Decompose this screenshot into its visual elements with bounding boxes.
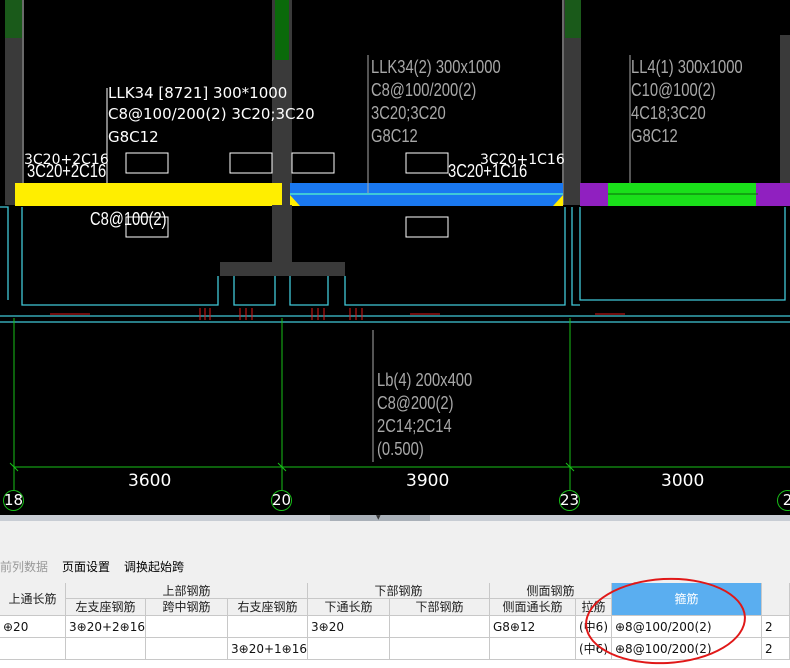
cell-r2-right-support[interactable]: 3⊕20+1⊕16 [228,638,308,660]
beam-llk34-name: LLK34 [8721] 300*1000 [108,84,288,102]
col-header-bottom-through[interactable]: 下通长筋 [308,599,390,616]
axis-marker-18: 18 [3,490,24,511]
beam-ll4-stirrup: C10@100(2) [631,80,716,100]
beam-llk34-stirrup: C8@100/200(2) 3C20;3C20 [108,105,315,123]
cell-r2-left-support[interactable] [66,638,146,660]
left-support-bottom-label: 3C20+2C16 [27,161,107,181]
col-header-bottom-rebar[interactable]: 下部钢筋 [390,599,490,616]
cell-r2-extra[interactable]: 2 [762,638,790,660]
col-header-tie-bar[interactable]: 拉筋 [576,599,612,616]
cell-r2-stirrup[interactable]: ⊕8@100/200(2) [612,638,762,660]
swap-start-span-button[interactable]: 调换起始跨 [124,558,184,575]
dimension-3900: 3900 [406,471,450,491]
prev-column-data-button[interactable]: 前列数据 [0,558,48,575]
cell-r2-mid-span[interactable] [146,638,228,660]
group-header-side-rebar: 侧面钢筋 [490,583,612,599]
beam-llk34-2-name: LLK34(2) 300x1000 [371,57,501,77]
cell-r1-bottom-rebar[interactable] [390,616,490,638]
beam-llk34-yellow [15,183,282,206]
cell-r1-stirrup[interactable]: ⊕8@100/200(2) [612,616,762,638]
cell-r1-left-support[interactable]: 3⊕20+2⊕16 [66,616,146,638]
cell-r2-tie-bar[interactable]: (中6) [576,638,612,660]
cad-drawing-canvas[interactable]: LLK34 [8721] 300*1000 C8@100/200(2) 3C20… [0,0,790,515]
group-header-bottom-rebar: 下部钢筋 [308,583,490,599]
right-support-bottom-label: 3C20+1C16 [448,161,528,181]
rebar-table: 上通长筋 上部钢筋 下部钢筋 侧面钢筋 箍筋 左支座钢筋 跨中钢筋 右支座钢筋 … [0,583,790,665]
beam-ll4-long: 4C18;3C20 [631,103,706,123]
col-header-right-support[interactable]: 右支座钢筋 [228,599,308,616]
beam-lb4-stirrup: C8@200(2) [377,393,454,413]
cell-r1-bottom-through[interactable]: 3⊕20 [308,616,390,638]
beam-ll4-side: G8C12 [631,126,678,146]
beam-llk34-2-long: 3C20;3C20 [371,103,446,123]
col-header-mid-span[interactable]: 跨中钢筋 [146,599,228,616]
bottom-stirrup-label: C8@100(2) [90,209,167,229]
cell-r2-bottom-through[interactable] [308,638,390,660]
col-header-extra[interactable] [762,583,790,616]
cell-r1-extra[interactable]: 2 [762,616,790,638]
beam-llk34-2-side: G8C12 [371,126,418,146]
col-header-top-through[interactable]: 上通长筋 [0,583,66,616]
col-header-left-support[interactable]: 左支座钢筋 [66,599,146,616]
cell-r1-side-through[interactable]: G8⊕12 [490,616,576,638]
cell-r1-right-support[interactable] [228,616,308,638]
beam-llk34-side: G8C12 [108,128,159,146]
beam-lb4-long: 2C14;2C14 [377,416,452,436]
page-settings-button[interactable]: 页面设置 [62,558,110,575]
cell-r1-mid-span[interactable] [146,616,228,638]
axis-marker-20: 20 [271,490,292,511]
panel-toolbar: 前列数据 页面设置 调换起始跨 [0,551,790,579]
beam-lb4-elev: (0.500) [377,439,424,459]
beam-llk34-2-stirrup: C8@100/200(2) [371,80,477,100]
beam-ll4-name: LL4(1) 300x1000 [631,57,743,77]
cell-r2-side-through[interactable] [490,638,576,660]
beam-lb4-name: Lb(4) 200x400 [377,370,473,390]
dimension-3600: 3600 [128,471,172,491]
cell-r1-top-through[interactable]: ⊕20 [0,616,66,638]
cell-r1-tie-bar[interactable]: (中6) [576,616,612,638]
group-header-top-rebar: 上部钢筋 [66,583,308,599]
axis-marker-23: 23 [559,490,580,511]
dimension-3000: 3000 [661,471,705,491]
col-header-stirrup[interactable]: 箍筋 [612,583,762,616]
cell-r2-bottom-rebar[interactable] [390,638,490,660]
col-header-side-through[interactable]: 侧面通长筋 [490,599,576,616]
cell-r2-top-through[interactable] [0,638,66,660]
